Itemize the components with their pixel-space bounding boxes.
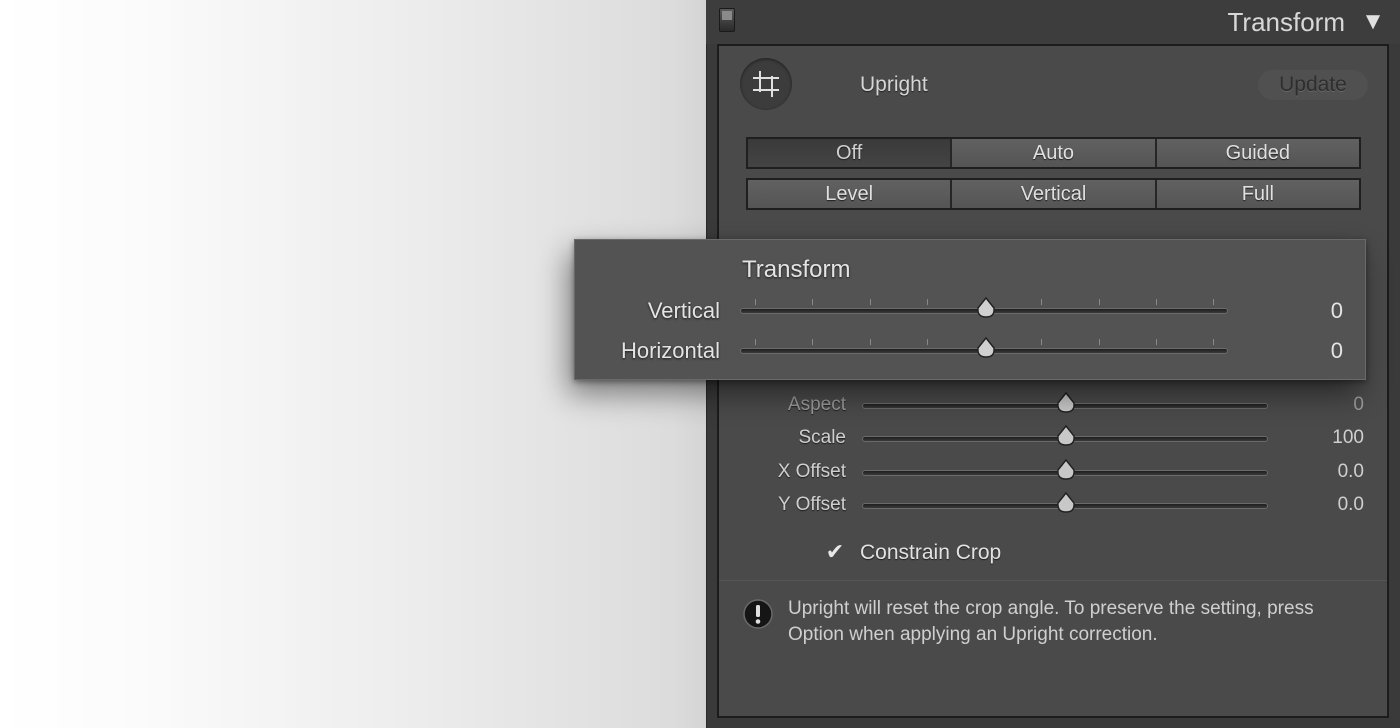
y-offset-value[interactable]: 0.0 (1294, 492, 1364, 518)
panel-solo-toggle[interactable] (719, 8, 735, 32)
upright-mode-row-2: Level Vertical Full (746, 178, 1361, 210)
y-offset-slider[interactable] (862, 491, 1268, 513)
constrain-crop-label[interactable]: Constrain Crop (860, 539, 1060, 567)
x-offset-slider-thumb[interactable] (1054, 458, 1078, 482)
section-divider (719, 580, 1387, 581)
upright-warning-text: Upright will reset the crop angle. To pr… (788, 598, 1314, 645)
aspect-slider[interactable] (862, 391, 1268, 413)
upright-vertical-button[interactable]: Vertical (952, 180, 1157, 208)
crop-icon (753, 71, 779, 97)
aspect-value[interactable]: 0 (1294, 392, 1364, 418)
y-offset-label: Y Offset (778, 494, 846, 515)
y-offset-slider-thumb[interactable] (1054, 491, 1078, 515)
upright-off-button[interactable]: Off (748, 139, 953, 167)
collapse-arrow-icon[interactable]: ▼ (1360, 6, 1386, 38)
horizontal-slider[interactable] (740, 336, 1228, 358)
upright-mode-row-1: Off Auto Guided (746, 137, 1361, 169)
scale-label: Scale (798, 427, 846, 448)
vertical-slider-thumb[interactable] (974, 296, 998, 320)
crop-tool-button[interactable] (740, 58, 792, 110)
vertical-slider[interactable] (740, 296, 1228, 318)
horizontal-value[interactable]: 0 (1283, 336, 1343, 366)
upright-guided-button[interactable]: Guided (1156, 139, 1359, 167)
horizontal-label: Horizontal (620, 338, 720, 363)
horizontal-slider-thumb[interactable] (974, 336, 998, 360)
scale-slider[interactable] (862, 424, 1268, 446)
exclamation-icon (742, 598, 774, 630)
vertical-value[interactable]: 0 (1283, 296, 1343, 326)
popup-title: Transform (742, 256, 851, 283)
vertical-label: Vertical (647, 298, 720, 323)
x-offset-value[interactable]: 0.0 (1294, 459, 1364, 485)
scale-slider-thumb[interactable] (1054, 424, 1078, 448)
x-offset-slider[interactable] (862, 458, 1268, 480)
upright-level-button[interactable]: Level (748, 180, 953, 208)
aspect-slider-thumb[interactable] (1054, 391, 1078, 415)
upright-label: Upright (860, 73, 928, 96)
x-offset-label: X Offset (777, 461, 846, 482)
aspect-label: Aspect (787, 394, 846, 415)
panel-title[interactable]: Transform (1150, 4, 1346, 40)
update-button[interactable]: Update (1258, 70, 1368, 100)
upright-full-button[interactable]: Full (1156, 180, 1359, 208)
upright-auto-button[interactable]: Auto (952, 139, 1157, 167)
constrain-crop-checkbox[interactable]: ✔ (824, 541, 846, 563)
scale-value[interactable]: 100 (1294, 425, 1364, 451)
